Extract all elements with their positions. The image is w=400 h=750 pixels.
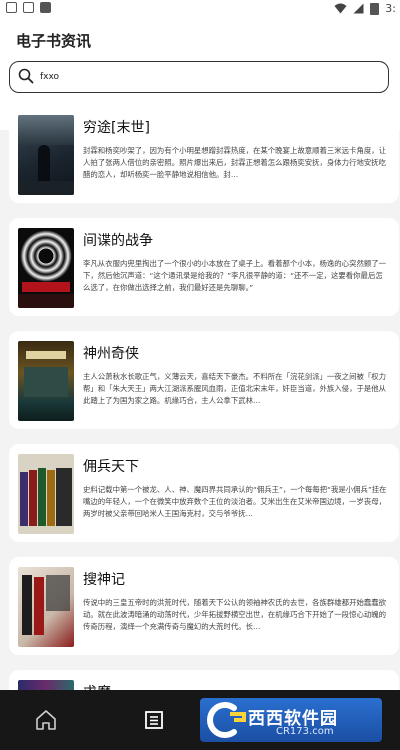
wifi-icon [334, 3, 347, 14]
book-description: 传说中的三皇五帝时的洪荒时代，随着天下公认的领袖神农氏的去世，各族群雄都开始蠢蠢… [83, 598, 387, 631]
search-box[interactable] [9, 61, 389, 93]
book-cover[interactable] [18, 680, 74, 690]
book-card[interactable]: 神州奇侠 主人公萧秋水长歌正气，义薄云天，喜结天下豪杰。不料所在「浣花剑派」一夜… [9, 331, 399, 429]
book-card[interactable]: 穷途[末世] 封霖和杨奕吵架了，因为有个小明星想蹭封霖热度，在某个晚宴上故意顺着… [9, 105, 399, 203]
book-description: 封霖和杨奕吵架了，因为有个小明星想蹭封霖热度，在某个晚宴上故意顺着三米远卡角度，… [83, 146, 387, 179]
book-card[interactable]: 求魔 [9, 670, 399, 690]
battery-icon [370, 2, 380, 15]
article-list-icon[interactable] [142, 708, 166, 732]
book-title[interactable]: 佣兵天下 [83, 456, 139, 476]
cr-logo-icon [207, 702, 246, 738]
clock: 3: [385, 2, 396, 15]
book-list[interactable]: 穷途[末世] 封霖和杨奕吵架了，因为有个小明星想蹭封霖热度，在某个晚宴上故意顺着… [0, 105, 400, 690]
notification-icon [6, 2, 17, 13]
signal-icon [353, 3, 364, 14]
app-notification-icon [40, 2, 51, 13]
book-cover[interactable] [18, 567, 74, 647]
book-card[interactable]: 间谍的战争 李凡从衣服内兜里掏出了一个很小的小本放在了桌子上。看着那个小本，杨逸… [9, 218, 399, 316]
book-title[interactable]: 间谍的战争 [83, 230, 153, 250]
book-cover[interactable] [18, 454, 74, 534]
search-input[interactable] [40, 67, 370, 87]
book-cover[interactable] [18, 341, 74, 421]
book-description: 李凡从衣服内兜里掏出了一个很小的小本放在了桌子上。看着那个小本，杨逸的心突然颤了… [83, 259, 387, 292]
page-title: 电子书资讯 [16, 32, 92, 50]
book-description: 史料记载中第一个被龙、人、神、魔四界共同承认的“佣兵王”，一个每每把“我是小佣兵… [83, 485, 387, 518]
book-cover[interactable] [18, 228, 74, 308]
book-description: 主人公萧秋水长歌正气，义薄云天，喜结天下豪杰。不料所在「浣花剑派」一夜之间被「权… [83, 372, 387, 405]
book-title[interactable]: 神州奇侠 [83, 343, 139, 363]
site-watermark: 西西软件园 CR173.com [200, 698, 382, 742]
search-icon[interactable] [18, 68, 34, 84]
watermark-url: CR173.com [276, 726, 334, 737]
book-title[interactable]: 穷途[末世] [83, 117, 150, 137]
status-bar: 3: [0, 0, 400, 18]
book-card[interactable]: 佣兵天下 史料记载中第一个被龙、人、神、魔四界共同承认的“佣兵王”，一个每每把“… [9, 444, 399, 542]
book-cover[interactable] [18, 115, 74, 195]
book-title[interactable]: 求魔 [83, 682, 111, 690]
book-card[interactable]: 搜神记 传说中的三皇五帝时的洪荒时代，随着天下公认的领袖神农氏的去世，各族群雄都… [9, 557, 399, 655]
home-icon[interactable] [34, 708, 58, 732]
book-title[interactable]: 搜神记 [83, 569, 125, 589]
image-notification-icon [23, 2, 34, 13]
